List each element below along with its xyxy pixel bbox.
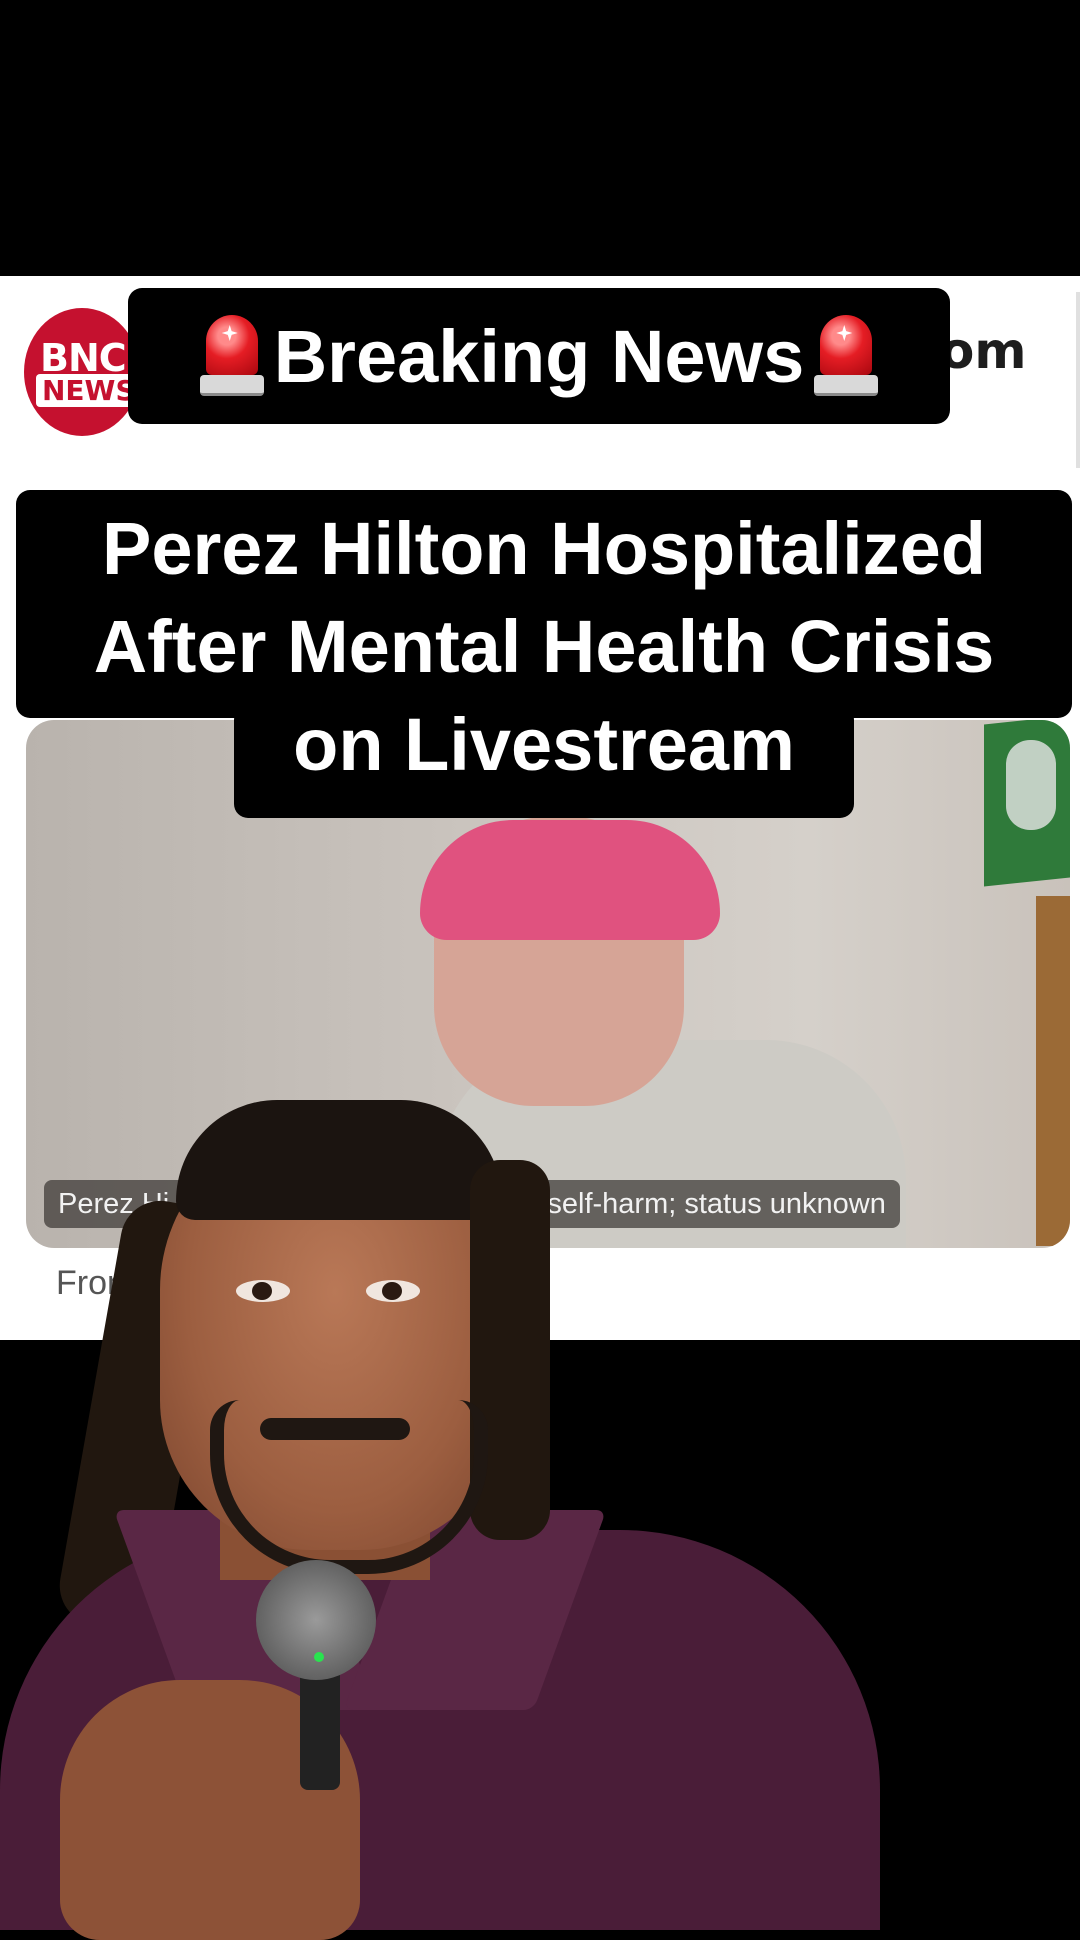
- headline-line-3: on Livestream: [293, 703, 795, 786]
- presenter-hair: [176, 1100, 502, 1220]
- police-car-light-icon: [199, 315, 264, 397]
- site-domain: om: [940, 322, 1027, 380]
- microphone-icon: [256, 1560, 376, 1680]
- pink-hair: [420, 820, 720, 940]
- right-eye: [366, 1280, 420, 1302]
- logo-subtext: NEWS: [36, 374, 140, 407]
- scroll-edge: [1076, 292, 1080, 468]
- top-black-bar: [0, 0, 1080, 276]
- headline-line-2: After Mental Health Crisis: [93, 605, 995, 688]
- headline-line-1: Perez Hilton Hospitalized: [101, 507, 987, 590]
- banner-text: Breaking News: [273, 314, 805, 398]
- breaking-news-banner: Breaking News: [128, 288, 950, 424]
- presenter-overlay: [0, 1040, 900, 1940]
- wooden-shelf: [1036, 896, 1070, 1246]
- left-eye: [236, 1280, 290, 1302]
- headline-overlay: Perez Hilton Hospitalized After Mental H…: [16, 500, 1072, 794]
- mic-led-indicator: [314, 1652, 324, 1662]
- bnc-news-logo: BNC NEWS: [24, 308, 140, 436]
- police-car-light-icon: [814, 315, 879, 397]
